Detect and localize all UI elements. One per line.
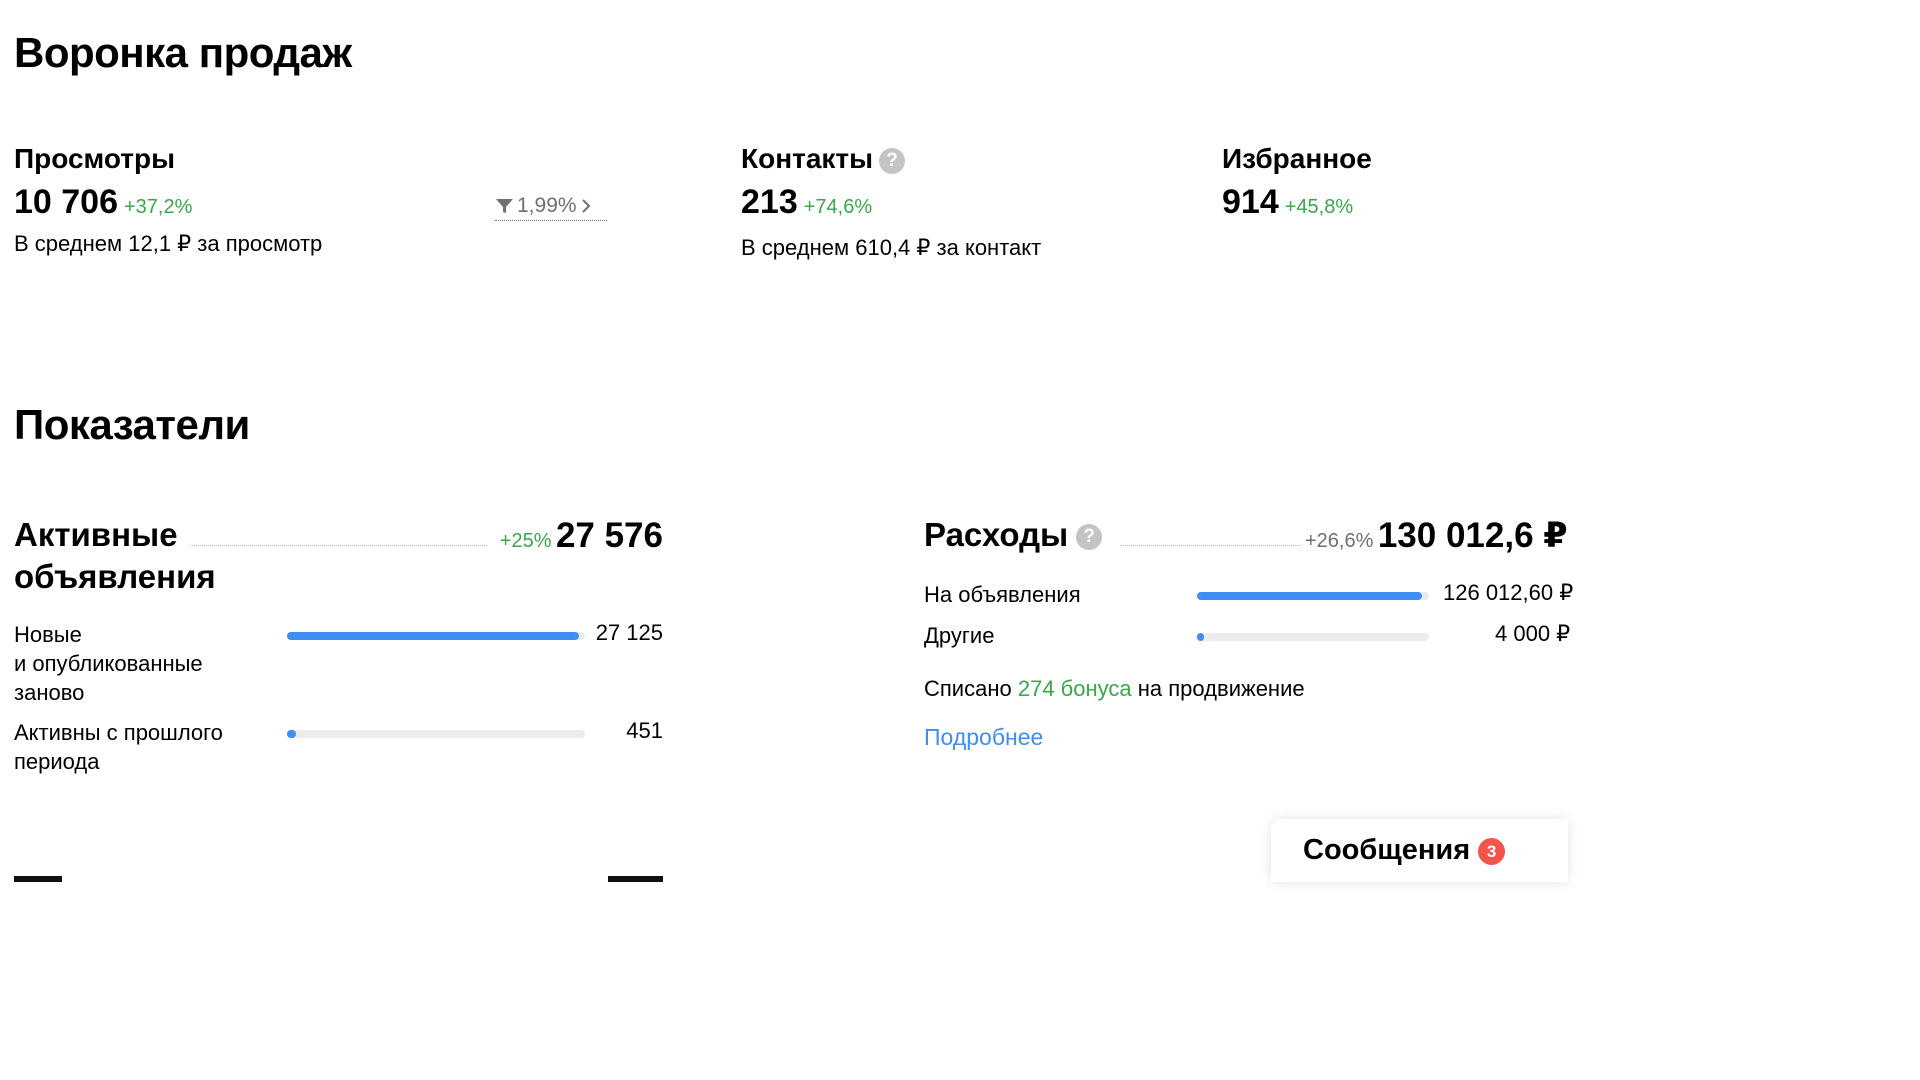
expenses-title-wrap: Расходы? [924,514,1103,556]
expenses-title: Расходы [924,516,1069,553]
more-details-link[interactable]: Подробнее [924,724,1043,751]
expenses-ads-bar [1197,592,1429,600]
expenses-summary: +26,6% 130 012,6 ₽ [1305,516,1568,556]
contacts-delta: +74,6% [803,195,873,218]
next-row-value-fragment [608,876,663,882]
active-ads-new-value: 27 125 [595,620,663,645]
active-ads-title: Активные объявления [14,514,216,598]
messages-header: Сообщения 3 [1303,834,1506,867]
favorites-metric: Избранное 914 +45,8% [1222,143,1372,221]
row-label-line: заново [14,680,85,705]
help-icon[interactable]: ? [1076,524,1103,551]
expenses-delta: +26,6% [1305,530,1374,552]
favorites-delta: +45,8% [1284,195,1354,218]
progress-fill [1197,633,1204,641]
views-subtitle: В среднем 12,1 ₽ за просмотр [14,230,323,256]
expenses-other-value: 4 000 ₽ [1495,621,1571,646]
row-label-line: и опубликованные [14,651,203,676]
filter-icon [496,199,513,213]
contacts-title: Контакты [741,143,874,174]
contacts-metric: Контакты? 213 +74,6% В среднем 610,4 ₽ за… [741,143,1042,261]
expenses-value: 130 012,6 ₽ [1377,516,1568,555]
views-delta: +37,2% [124,195,193,218]
contacts-subtitle: В среднем 610,4 ₽ за контакт [741,234,1042,260]
active-ads-title-line2: объявления [14,558,216,595]
views-conversion-link[interactable]: 1,99% [495,194,607,221]
divider [1120,545,1300,546]
active-ads-previous-bar [287,730,585,738]
active-ads-new-label: Новые и опубликованные заново [14,620,203,707]
expenses-other-bar [1197,633,1429,641]
row-label-line: периода [14,749,100,774]
active-ads-previous-label: Активны с прошлого периода [14,718,223,776]
messages-widget[interactable]: Сообщения 3 [1271,819,1568,882]
row-label-line: Активны с прошлого [14,720,223,745]
messages-count-badge: 3 [1478,837,1506,865]
progress-fill [287,730,296,738]
divider [190,545,487,546]
expenses-ads-value: 126 012,60 ₽ [1443,580,1574,605]
active-ads-previous-value: 451 [626,718,663,743]
messages-title: Сообщения [1303,834,1471,866]
progress-fill [1197,592,1423,600]
bonus-suffix: на продвижение [1137,676,1305,701]
views-title: Просмотры [14,143,176,174]
views-value: 10 706 [14,182,118,221]
next-row-title-fragment [14,876,62,882]
progress-fill [287,632,580,640]
bonus-text: Списано 274 бонуса на продвижение [924,674,1305,703]
contacts-value: 213 [741,182,798,221]
row-label-line: Новые [14,622,82,647]
active-ads-delta: +25% [499,530,552,552]
active-ads-summary: +25% 27 576 [492,516,663,556]
bonus-amount: 274 бонуса [1017,676,1132,701]
funnel-title: Воронка продаж [14,29,352,76]
expenses-ads-label: На объявления [924,582,1081,607]
chevron-right-icon [581,199,590,213]
help-icon[interactable]: ? [879,147,906,174]
views-metric: Просмотры 10 706 +37,2% В среднем 12,1 ₽ … [14,143,323,257]
active-ads-value: 27 576 [555,516,663,555]
indicators-title: Показатели [14,401,250,448]
favorites-title: Избранное [1222,143,1372,174]
expenses-other-label: Другие [924,623,995,648]
views-conversion-value: 1,99% [517,194,577,217]
active-ads-title-line1: Активные [14,516,178,553]
bonus-prefix: Списано [924,676,1012,701]
favorites-value: 914 [1222,182,1279,221]
active-ads-new-bar [287,632,585,640]
